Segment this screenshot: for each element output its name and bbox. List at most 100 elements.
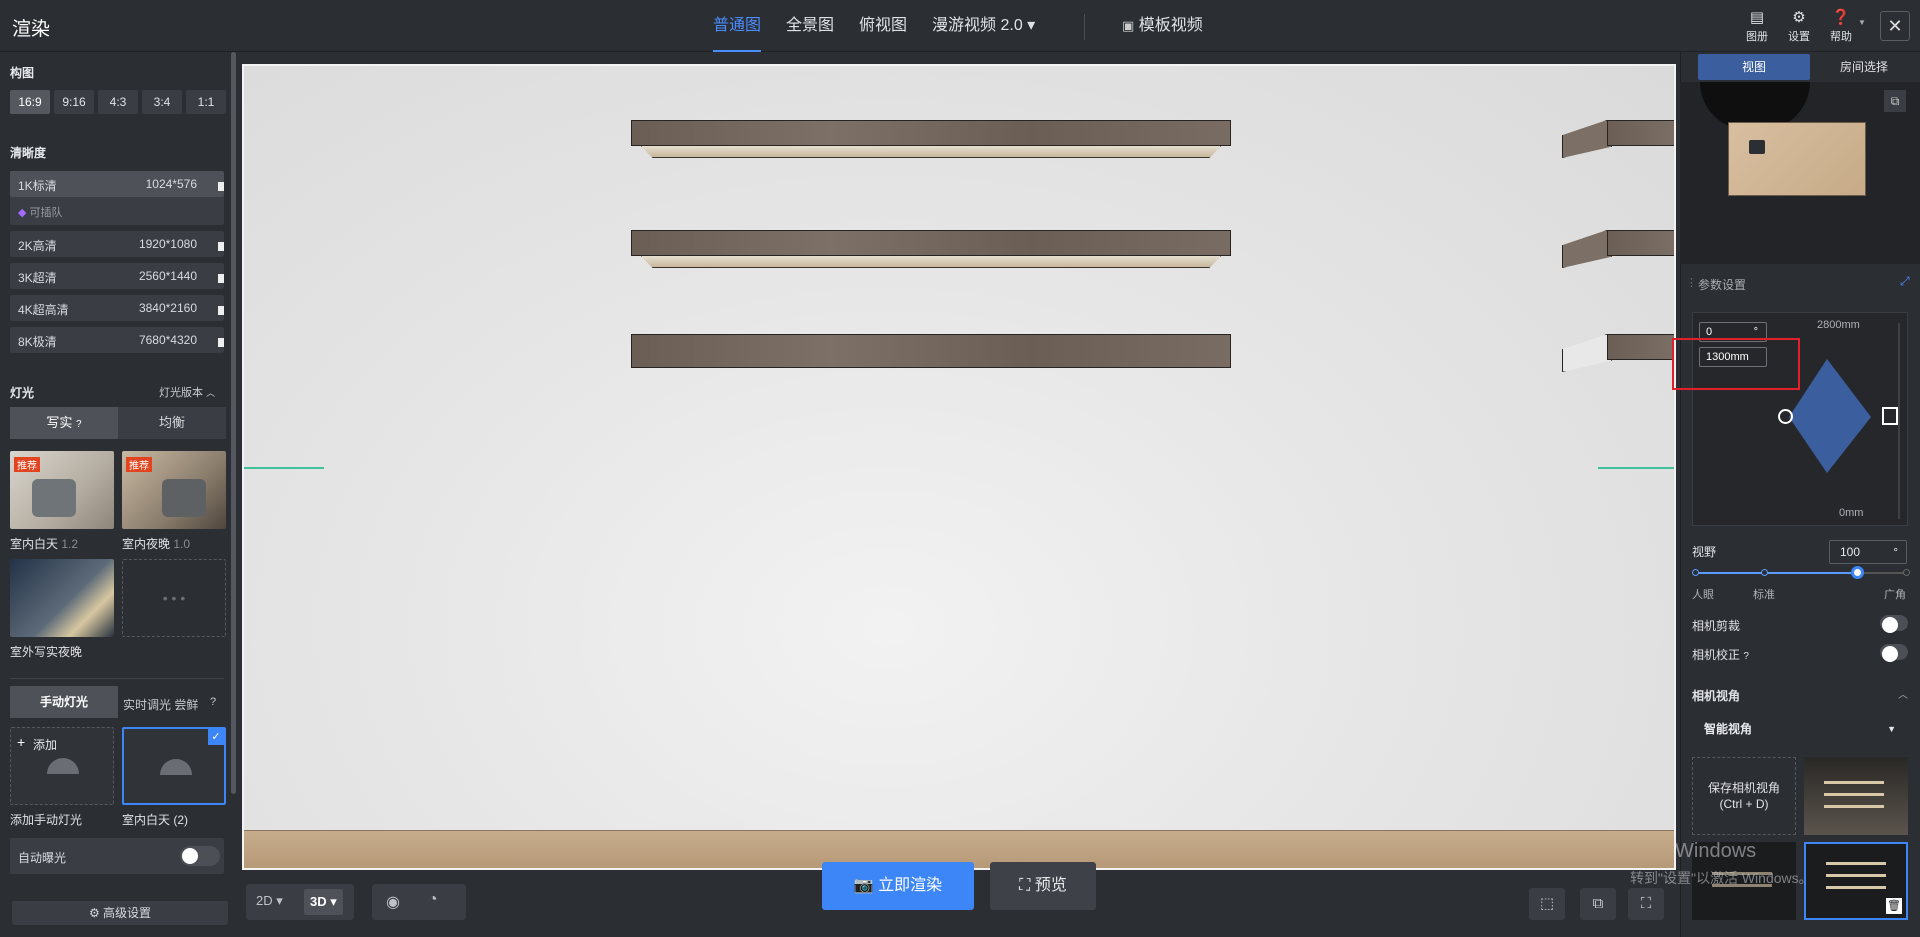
ratio-4-3[interactable]: 4:3 [98, 90, 138, 114]
resolution-2k[interactable]: 2K高清 1920*1080 [10, 231, 224, 257]
drag-handle-icon[interactable]: ⋮ [1686, 276, 1697, 289]
question-icon[interactable]: ? [1743, 651, 1749, 662]
advanced-settings-button[interactable]: ⚙ 高级设置 [12, 901, 228, 925]
tab-panorama[interactable]: 全景图 [786, 0, 834, 52]
render-now-button[interactable]: 📷 立即渲染 [822, 862, 974, 910]
fov-slider-rest[interactable] [1859, 572, 1906, 574]
light-version[interactable]: 灯光版本 ︿ [159, 384, 215, 400]
light-version-label: 灯光版本 [159, 387, 203, 399]
resolution-8k[interactable]: 8K极清 7680*4320 [10, 327, 224, 353]
activation-watermark-text: 转到"设置"以激活 Windows。 [1630, 870, 1813, 886]
popout-icon[interactable]: ⧉ [1884, 90, 1906, 112]
question-icon: ? [76, 419, 82, 430]
auto-exposure-toggle[interactable] [180, 846, 220, 866]
fov-value: 100 [1840, 545, 1861, 559]
eye-icon[interactable]: ◉ [386, 892, 400, 912]
wall-shelf [631, 120, 1231, 158]
advanced-label: 高级设置 [103, 906, 152, 920]
tab-topview[interactable]: 俯视图 [859, 0, 907, 52]
crop-view-button[interactable]: ⧉ [1580, 888, 1616, 920]
preset-version: 1.0 [173, 537, 191, 551]
composition-title: 构图 [10, 66, 35, 80]
smart-angle-dropdown[interactable]: 智能视角 ▼ [1692, 718, 1908, 740]
fov-stop-wide[interactable] [1903, 569, 1910, 576]
preset-outdoor-night-thumb[interactable] [10, 559, 114, 637]
chevron-up-icon: ︿ [206, 388, 216, 398]
checkbox-checked-icon[interactable]: ✓ [208, 729, 224, 745]
preset-outdoor-night-caption: 室外写实夜晚 [10, 645, 83, 659]
light-mode-realistic[interactable]: 写实 ? [10, 407, 118, 439]
help-button[interactable]: ❓ 帮助 [1822, 8, 1860, 44]
resolution-value: 1024*576 [145, 177, 197, 191]
light-mode-balanced[interactable]: 均衡 [118, 407, 226, 439]
ratio-16-9[interactable]: 16:9 [10, 90, 50, 114]
expand-icon[interactable]: ⤢ [1900, 274, 1910, 289]
crop-icon: ⧉ [1592, 895, 1604, 912]
gallery-button[interactable]: ▤ 图册 [1738, 8, 1776, 44]
ratio-9-16[interactable]: 9:16 [54, 90, 94, 114]
clarity-title: 清晰度 [10, 146, 47, 160]
smart-angle-label: 智能视角 [1704, 722, 1753, 736]
fov-stop-standard[interactable] [1761, 569, 1768, 576]
chevron-up-icon[interactable]: ︿ [1898, 686, 1908, 701]
preset-more-placeholder[interactable]: • • • [122, 559, 226, 637]
chevron-down-icon[interactable]: ▼ [1858, 18, 1866, 27]
tab-room-select[interactable]: 房间选择 [1812, 54, 1916, 80]
speed-icon[interactable]: ◔ [428, 891, 438, 909]
save-camera-view-button[interactable]: 保存相机视角 (Ctrl + D) [1692, 757, 1796, 835]
camera-clip-toggle[interactable] [1880, 615, 1908, 633]
settings-button[interactable]: ⚙ 设置 [1780, 8, 1818, 44]
fit-icon: ⛶ [1640, 895, 1652, 912]
add-manual-light-card[interactable]: + 添加 [10, 727, 114, 805]
tab-template-video[interactable]: ▣ 模板视频 [1122, 0, 1203, 52]
realtime-label: 实时调光 尝鲜 [123, 698, 199, 712]
camera-body-icon[interactable] [1882, 407, 1898, 425]
caret-down-icon: ▼ [1887, 724, 1896, 734]
frame-select-button[interactable]: ⬚ [1529, 888, 1565, 920]
resolution-indicator [218, 306, 224, 315]
manual-light-button[interactable]: 手动灯光 [10, 686, 118, 718]
camera-view-thumb[interactable] [1804, 757, 1908, 835]
tab-walkthrough[interactable]: 漫游视频 2.0 ▾ [932, 0, 1035, 52]
camera-view-thumb-selected[interactable]: 🗑 [1804, 842, 1908, 920]
save-camera-shortcut: (Ctrl + D) [1719, 797, 1769, 811]
ratio-1-1[interactable]: 1:1 [186, 90, 226, 114]
pendant-lamp-icon [47, 758, 79, 774]
camera-clip-label: 相机剪裁 [1692, 619, 1741, 633]
trash-icon[interactable]: 🗑 [1886, 898, 1902, 914]
preset-indoor-night-thumb[interactable]: 推荐 [122, 451, 226, 529]
angle-value: 0 [1706, 326, 1713, 338]
question-icon[interactable]: ? [210, 696, 216, 708]
manual-light-item[interactable]: ✓ [122, 727, 226, 805]
render-viewport[interactable] [242, 64, 1676, 870]
ratio-3-4[interactable]: 3:4 [142, 90, 182, 114]
camera-target-icon[interactable] [1778, 409, 1793, 424]
resolution-1k[interactable]: 1K标清 1024*576 [10, 171, 224, 197]
realtime-light-toggle[interactable]: 实时调光 尝鲜 [123, 696, 198, 713]
tab-view[interactable]: 视图 [1698, 54, 1810, 80]
tab-normal[interactable]: 普通图 [713, 0, 762, 52]
gallery-icon: ▤ [1749, 9, 1765, 26]
minimap[interactable]: ⧉ [1680, 82, 1920, 264]
template-video-label: 模板视频 [1138, 17, 1203, 34]
left-scrollbar[interactable] [231, 52, 236, 794]
resolution-4k[interactable]: 4K超高清 3840*2160 [10, 295, 224, 321]
fov-input[interactable]: 100 ° [1829, 540, 1907, 564]
close-button[interactable]: ✕ [1880, 11, 1910, 41]
add-manual-light-caption: 添加手动灯光 [10, 813, 83, 827]
fov-slider-knob[interactable] [1851, 566, 1864, 579]
fov-stop-eye[interactable] [1692, 569, 1699, 576]
pendant-lamp-icon [160, 759, 192, 775]
fit-view-button[interactable]: ⛶ [1628, 888, 1664, 920]
preview-frame-icon: ⛶ [1019, 877, 1031, 894]
preset-indoor-day-thumb[interactable]: 推荐 [10, 451, 114, 529]
mode-2d-button[interactable]: 2D ▾ [256, 893, 283, 909]
resolution-3k[interactable]: 3K超清 2560*1440 [10, 263, 224, 289]
highlight-box [1672, 338, 1800, 390]
resolution-value: 2560*1440 [138, 269, 197, 283]
mode-3d-button[interactable]: 3D ▾ [304, 889, 343, 915]
wall-shelf [631, 230, 1231, 268]
auto-exposure-row: 自动曝光 [10, 838, 224, 874]
camera-correct-toggle[interactable] [1880, 644, 1908, 662]
preview-button[interactable]: ⛶ 预览 [990, 862, 1096, 910]
